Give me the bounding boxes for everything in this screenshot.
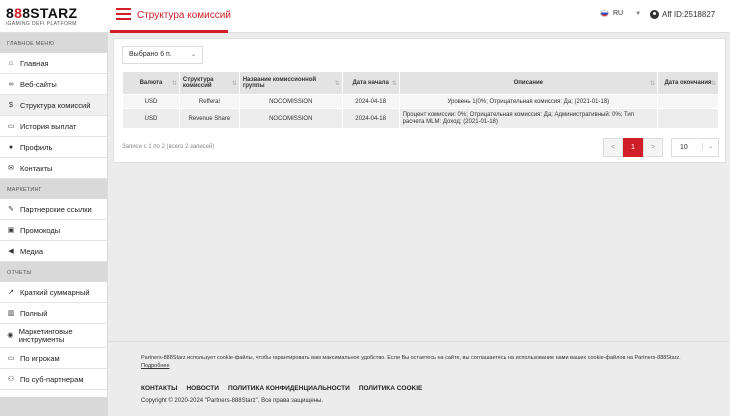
table-header-row: Валюта ⇅ Структура комиссий ⇅ Название ком… bbox=[122, 71, 719, 95]
bar-chart-icon: ▥ bbox=[7, 310, 15, 317]
cell-structure: Refferal bbox=[178, 94, 240, 109]
column-select-dropdown[interactable]: Выбрано 6 п. ⌄ bbox=[122, 46, 203, 64]
sidebar-item-payout-history[interactable]: ▭ История выплат bbox=[0, 116, 107, 137]
sidebar-item-partner-links[interactable]: ✎ Партнерские ссылки bbox=[0, 199, 107, 220]
sort-icon: ⇅ bbox=[391, 81, 397, 87]
logo-tagline: iGAMING DEFI PLATFORM bbox=[6, 21, 77, 27]
page-title: Структура комиссий bbox=[137, 10, 231, 21]
table-row: USD Revenue Share NOCOMISSION 2024-04-18… bbox=[122, 108, 719, 129]
next-page-button[interactable]: > bbox=[643, 138, 663, 157]
column-header-group-name[interactable]: Название комиссионной группы ⇅ bbox=[238, 71, 343, 95]
records-info: Записи с 1 по 2 (всего 2 записей) bbox=[122, 144, 215, 150]
cookie-more-link[interactable]: Подробнее bbox=[141, 363, 170, 369]
column-header-description[interactable]: Описание ⇅ bbox=[398, 71, 659, 95]
sidebar-item-contacts[interactable]: ✉ Контакты bbox=[0, 158, 107, 179]
sidebar-item-media[interactable]: ◀ Медиа bbox=[0, 241, 107, 262]
megaphone-icon: ◀ bbox=[8, 248, 14, 255]
pagination: < 1 > bbox=[603, 138, 663, 157]
cell-description: Процент комиссии: 0%; Отрицательная коми… bbox=[398, 108, 659, 129]
user-circle-icon bbox=[650, 10, 659, 19]
cell-currency: USD bbox=[122, 94, 180, 109]
sort-icon: ⇅ bbox=[171, 81, 177, 87]
link-icon: ∞ bbox=[8, 80, 14, 88]
page-size-select[interactable]: 10 ⌄ bbox=[671, 138, 719, 157]
sidebar-item-full-report[interactable]: ▥ Полный bbox=[0, 303, 107, 324]
prev-page-button[interactable]: < bbox=[603, 138, 623, 157]
sidebar-section-reports: ОТЧЕТЫ bbox=[0, 262, 107, 282]
edit-icon: ✎ bbox=[8, 206, 14, 213]
language-label: RU bbox=[613, 10, 624, 17]
footer-links: КОНТАКТЫ НОВОСТИ ПОЛИТИКА КОНФИДЕНЦИАЛЬН… bbox=[141, 385, 422, 392]
column-header-structure[interactable]: Структура комиссий ⇅ bbox=[178, 71, 240, 95]
cell-group-name: NOCOMISSION bbox=[238, 108, 343, 129]
cell-end-date bbox=[657, 94, 719, 109]
home-icon: ⌂ bbox=[8, 59, 14, 67]
table-row: USD Refferal NOCOMISSION 2024-04-18 Уров… bbox=[122, 94, 719, 109]
title-underline bbox=[110, 30, 228, 33]
footer-link-cookie-policy[interactable]: ПОЛИТИКА COOKIE bbox=[359, 385, 423, 392]
sidebar-item-by-subpartners[interactable]: ⚇ По суб-партнерам bbox=[0, 369, 107, 390]
column-header-end-date[interactable]: Дата окончания ⇅ bbox=[657, 71, 719, 95]
chevron-down-icon: ⌄ bbox=[190, 52, 196, 58]
sidebar-item-promocodes[interactable]: ▣ Промокоды bbox=[0, 220, 107, 241]
footer-link-privacy[interactable]: ПОЛИТИКА КОНФИДЕНЦИАЛЬНОСТИ bbox=[228, 385, 350, 392]
chart-icon: ↗ bbox=[8, 289, 14, 296]
sidebar-section-marketing: МАРКЕТИНГ bbox=[0, 179, 107, 199]
user-icon: ● bbox=[8, 143, 14, 151]
sidebar-section-main: ГЛАВНОЕ МЕНЮ bbox=[0, 33, 107, 53]
ticket-icon: ▣ bbox=[7, 227, 15, 234]
cell-start-date: 2024-04-18 bbox=[341, 108, 400, 129]
commission-table: Валюта ⇅ Структура комиссий ⇅ Название ком… bbox=[122, 71, 719, 129]
menu-toggle-icon[interactable] bbox=[116, 8, 131, 20]
russia-flag-icon bbox=[600, 10, 609, 17]
sidebar: ГЛАВНОЕ МЕНЮ ⌂ Главная ∞ Веб-сайты $ Структ… bbox=[0, 33, 108, 416]
cell-end-date bbox=[657, 108, 719, 129]
sidebar-item-by-players[interactable]: ▭ По игрокам bbox=[0, 348, 107, 369]
dollar-icon: $ bbox=[9, 101, 13, 109]
page-1-button[interactable]: 1 bbox=[623, 138, 643, 157]
cookie-notice: Partners-888Starz использует cookie-файл… bbox=[141, 355, 681, 369]
sidebar-item-home[interactable]: ⌂ Главная bbox=[0, 53, 107, 74]
cell-description: Уровень 1(0%; Отрицательная комиссия: Да… bbox=[398, 94, 659, 109]
sidebar-item-websites[interactable]: ∞ Веб-сайты bbox=[0, 74, 107, 95]
mail-icon: ✉ bbox=[8, 165, 14, 172]
sort-icon: ⇅ bbox=[231, 81, 237, 87]
monitor-icon: ▭ bbox=[7, 355, 15, 362]
top-bar: 888STARZ iGAMING DEFI PLATFORM Структура… bbox=[0, 0, 730, 33]
sidebar-item-summary-report[interactable]: ↗ Краткий суммарный bbox=[0, 282, 107, 303]
chevron-down-icon: ▼ bbox=[635, 10, 642, 17]
palette-icon: ◉ bbox=[7, 331, 14, 339]
language-selector[interactable]: RU ▼ bbox=[600, 10, 641, 17]
footer-link-news[interactable]: НОВОСТИ bbox=[186, 385, 219, 392]
sidebar-footer bbox=[0, 397, 108, 416]
sidebar-item-profile[interactable]: ● Профиль bbox=[0, 137, 107, 158]
sidebar-item-commission-structure[interactable]: $ Структура комиссий bbox=[0, 95, 107, 116]
cell-start-date: 2024-04-18 bbox=[341, 94, 400, 109]
cell-currency: USD bbox=[122, 108, 180, 129]
sort-icon: ⇅ bbox=[650, 81, 656, 87]
commission-card: Выбрано 6 п. ⌄ Валюта ⇅ Структура комисси… bbox=[113, 38, 726, 163]
group-icon: ⚇ bbox=[7, 376, 15, 383]
cell-group-name: NOCOMISSION bbox=[238, 94, 343, 109]
affiliate-id: Aff ID:2518827 bbox=[662, 10, 716, 19]
wallet-icon: ▭ bbox=[7, 123, 15, 130]
sort-icon: ⇅ bbox=[710, 81, 716, 87]
footer: Partners-888Starz использует cookie-файл… bbox=[108, 341, 730, 416]
footer-link-contacts[interactable]: КОНТАКТЫ bbox=[141, 385, 177, 392]
chevron-down-icon: ⌄ bbox=[701, 143, 713, 150]
sort-icon: ⇅ bbox=[334, 81, 340, 87]
brand-logo[interactable]: 888STARZ iGAMING DEFI PLATFORM bbox=[6, 6, 106, 30]
copyright: Copyright © 2020-2024 "Partners-888Starz… bbox=[141, 398, 324, 404]
user-menu[interactable]: Aff ID:2518827 bbox=[650, 10, 715, 19]
column-header-currency[interactable]: Валюта ⇅ bbox=[122, 71, 180, 95]
cell-structure: Revenue Share bbox=[178, 108, 240, 129]
sidebar-item-marketing-tools[interactable]: ◉ Маркетинговые инструменты bbox=[0, 324, 107, 348]
column-header-start-date[interactable]: Дата начала ⇅ bbox=[341, 71, 400, 95]
